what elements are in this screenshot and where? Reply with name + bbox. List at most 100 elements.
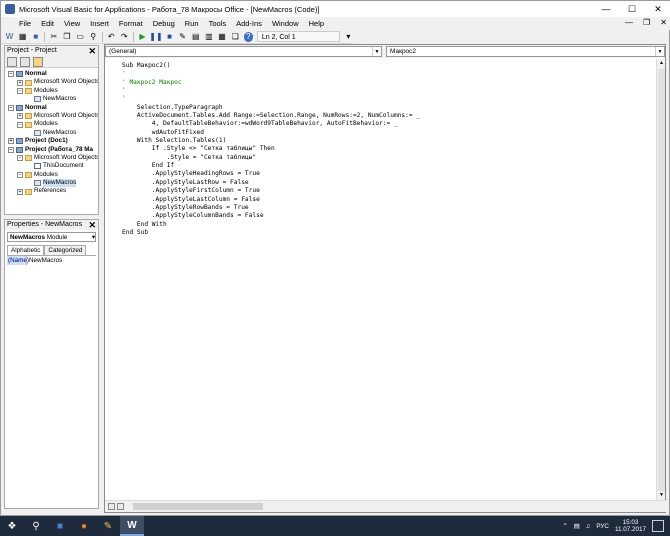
code-line[interactable]: .ApplyStyleHeadingRows = True — [122, 170, 658, 178]
save-app-icon[interactable]: ■ — [48, 516, 72, 536]
insert-module-icon[interactable]: ▦ — [18, 32, 27, 42]
mdi-restore-icon[interactable]: ❐ — [643, 18, 650, 27]
menu-file[interactable]: File — [1, 19, 36, 28]
menu-view[interactable]: View — [59, 19, 85, 28]
menu-tools[interactable]: Tools — [204, 19, 232, 28]
design-mode-icon[interactable]: ✎ — [178, 32, 187, 42]
view-object-icon[interactable] — [20, 57, 30, 67]
maximize-button[interactable]: ☐ — [619, 1, 645, 17]
network-icon[interactable]: ▤ — [574, 523, 580, 530]
chevron-up-icon[interactable]: ⌃ — [562, 523, 567, 530]
menu-addins[interactable]: Add-Ins — [231, 19, 267, 28]
expand-icon[interactable]: + — [8, 138, 14, 145]
tree-node[interactable]: + Microsoft Word Objects — [5, 78, 98, 86]
language-indicator[interactable]: РУС — [596, 523, 609, 530]
copy-icon[interactable]: ❐ — [62, 32, 71, 42]
collapse-icon[interactable]: − — [17, 155, 23, 162]
tree-node[interactable]: − Microsoft Word Objects — [5, 154, 98, 162]
tree-node[interactable]: ThisDocument — [5, 162, 98, 170]
tree-node[interactable]: + References — [5, 187, 98, 195]
tree-node[interactable]: NewMacros — [5, 179, 98, 188]
tree-node[interactable]: − Normal — [5, 70, 98, 78]
scroll-up-icon[interactable]: ▲ — [658, 60, 665, 68]
run-icon[interactable]: ▶ — [138, 32, 147, 42]
expand-icon[interactable]: + — [17, 113, 23, 120]
save-icon[interactable]: ■ — [31, 32, 40, 42]
code-line[interactable]: .ApplyStyleColumnBands = False — [122, 212, 658, 220]
code-line[interactable]: .ApplyStyleLastRow = False — [122, 179, 658, 187]
redo-icon[interactable]: ↷ — [120, 32, 129, 42]
tree-node[interactable]: + Project (Doc1) — [5, 137, 98, 145]
paint-app-icon[interactable]: ✎ — [96, 516, 120, 536]
object-browser-icon[interactable]: ▦ — [217, 32, 226, 42]
code-editor[interactable]: Sub Макрос2() ' ' Макрос2 Макрос ' ' Selecti… — [105, 59, 658, 501]
menu-edit[interactable]: Edit — [36, 19, 59, 28]
close-button[interactable]: ✕ — [645, 1, 670, 17]
undo-icon[interactable]: ↶ — [107, 32, 116, 42]
code-line[interactable]: End If — [122, 162, 658, 170]
property-row[interactable]: (Name) NewMacros — [7, 256, 96, 265]
code-line[interactable]: .Style = "Сетка таблицы" — [122, 154, 658, 162]
reset-icon[interactable]: ■ — [165, 32, 174, 42]
scroll-thumb[interactable] — [658, 69, 665, 491]
mdi-minimize-icon[interactable]: — — [625, 18, 633, 27]
notification-icon[interactable] — [652, 520, 664, 532]
procedure-view-icon[interactable] — [108, 503, 115, 510]
code-line[interactable]: ' Макрос2 Макрос — [122, 79, 658, 87]
horizontal-scrollbar[interactable] — [105, 500, 667, 512]
paste-icon[interactable]: ▭ — [76, 32, 85, 42]
scroll-thumb[interactable] — [133, 503, 263, 510]
project-explorer-icon[interactable]: ▤ — [191, 32, 200, 42]
minimize-button[interactable]: — — [593, 1, 619, 17]
code-line[interactable]: wdAutoFitFixed — [122, 129, 658, 137]
tree-node[interactable]: − Normal — [5, 104, 98, 112]
code-line[interactable]: ' — [122, 95, 658, 103]
code-line[interactable]: Selection.TypeParagraph — [122, 104, 658, 112]
collapse-icon[interactable]: − — [8, 71, 14, 78]
code-line[interactable]: If .Style <> "Сетка таблицы" Then — [122, 145, 658, 153]
cut-icon[interactable]: ✂ — [49, 32, 58, 42]
procedure-combo[interactable]: Макрос2 ▼ — [386, 46, 665, 57]
expand-icon[interactable]: + — [17, 79, 23, 86]
tree-node[interactable]: − Modules — [5, 87, 98, 95]
property-value[interactable]: NewMacros — [27, 256, 62, 265]
firefox-icon[interactable]: ● — [72, 516, 96, 536]
code-line[interactable]: End With — [122, 221, 658, 229]
code-line[interactable]: ActiveDocument.Tables.Add Range:=Selecti… — [122, 112, 658, 120]
view-code-icon[interactable] — [7, 57, 17, 67]
code-line[interactable]: .ApplyStyleRowBands = True — [122, 204, 658, 212]
tree-node[interactable]: NewMacros — [5, 95, 98, 103]
code-line[interactable]: 4, DefaultTableBehavior:=wdWord9TableBeh… — [122, 120, 658, 128]
tree-node[interactable]: − Project (Работа_78 Ма — [5, 146, 98, 154]
object-combo[interactable]: (General) ▼ — [105, 46, 382, 57]
code-line[interactable]: End Sub — [122, 229, 658, 237]
menu-window[interactable]: Window — [267, 19, 304, 28]
mdi-close-icon[interactable]: ✕ — [660, 18, 667, 27]
close-icon[interactable]: ✕ — [88, 46, 98, 56]
code-text[interactable]: Sub Макрос2() ' ' Макрос2 Макрос ' ' Selecti… — [105, 59, 658, 237]
object-select[interactable]: NewMacros Module ▾ — [7, 232, 96, 242]
properties-window-icon[interactable]: ▥ — [204, 32, 213, 42]
menu-debug[interactable]: Debug — [148, 19, 180, 28]
code-line[interactable]: Sub Макрос2() — [122, 62, 658, 70]
collapse-icon[interactable]: − — [8, 146, 14, 153]
find-icon[interactable]: ⚲ — [89, 32, 98, 42]
word-app-icon[interactable]: W — [120, 516, 144, 536]
collapse-icon[interactable]: − — [17, 121, 23, 128]
collapse-icon[interactable]: − — [17, 87, 23, 94]
code-line[interactable]: ' — [122, 87, 658, 95]
code-line[interactable]: .ApplyStyleLastColumn = False — [122, 196, 658, 204]
close-icon[interactable]: ✕ — [88, 220, 98, 230]
collapse-icon[interactable]: − — [8, 104, 14, 111]
expand-icon[interactable]: + — [17, 188, 23, 195]
menu-format[interactable]: Format — [114, 19, 148, 28]
search-icon[interactable]: ⚲ — [24, 516, 48, 536]
tree-node[interactable]: + Microsoft Word Objects — [5, 112, 98, 120]
collapse-icon[interactable]: − — [17, 171, 23, 178]
volume-icon[interactable]: ♫ — [586, 523, 591, 530]
tab-alphabetic[interactable]: Alphabetic — [7, 245, 45, 255]
tab-categorized[interactable]: Categorized — [44, 245, 87, 255]
tree-node[interactable]: NewMacros — [5, 129, 98, 137]
menu-help[interactable]: Help — [304, 19, 329, 28]
vertical-scrollbar[interactable]: ▲ ▼ — [656, 59, 665, 501]
